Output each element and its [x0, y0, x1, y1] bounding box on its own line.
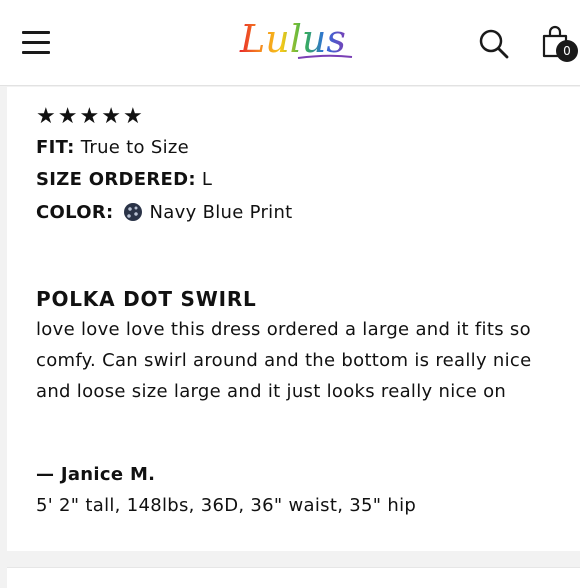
size-ordered-label: SIZE ORDERED:	[36, 169, 196, 190]
fit-label: FIT:	[36, 137, 75, 158]
hamburger-menu-icon[interactable]	[22, 31, 50, 55]
color-row: COLOR: Navy Blue Print	[36, 201, 293, 225]
size-ordered-row: SIZE ORDERED: L	[36, 168, 212, 192]
shopping-bag-icon[interactable]: 0	[540, 24, 580, 68]
logo-text: Lulus	[239, 17, 346, 61]
star-icon: ★	[57, 104, 78, 129]
color-label: COLOR:	[36, 202, 114, 223]
star-icon: ★	[122, 104, 143, 129]
search-icon[interactable]	[478, 28, 510, 60]
star-icon: ★	[101, 104, 121, 129]
color-swatch-icon	[123, 203, 142, 221]
reviewer-name: — Janice M.	[36, 464, 156, 485]
lulus-logo[interactable]: Lulus	[238, 14, 358, 70]
menu-line	[22, 41, 50, 44]
menu-line	[22, 51, 50, 54]
review-card: ★ ★ ★ ★ ★ FIT: True to Size SIZE ORDERED…	[7, 87, 580, 551]
star-rating: ★ ★ ★ ★ ★	[36, 104, 143, 130]
reviewer-measurements: 5' 2" tall, 148lbs, 36D, 36" waist, 35" …	[36, 495, 417, 516]
fit-row: FIT: True to Size	[36, 136, 189, 160]
menu-line	[22, 31, 50, 34]
size-ordered-value: L	[201, 169, 213, 190]
cart-count-badge: 0	[556, 40, 578, 62]
next-review-card	[7, 567, 580, 588]
star-icon: ★	[36, 104, 56, 129]
fit-value: True to Size	[80, 137, 190, 158]
review-body: love love love this dress ordered a larg…	[36, 319, 532, 402]
color-value: Navy Blue Print	[149, 202, 293, 223]
review-title: POLKA DOT SWIRL	[36, 287, 257, 311]
star-icon: ★	[79, 104, 100, 129]
site-header: Lulus 0	[0, 0, 580, 86]
